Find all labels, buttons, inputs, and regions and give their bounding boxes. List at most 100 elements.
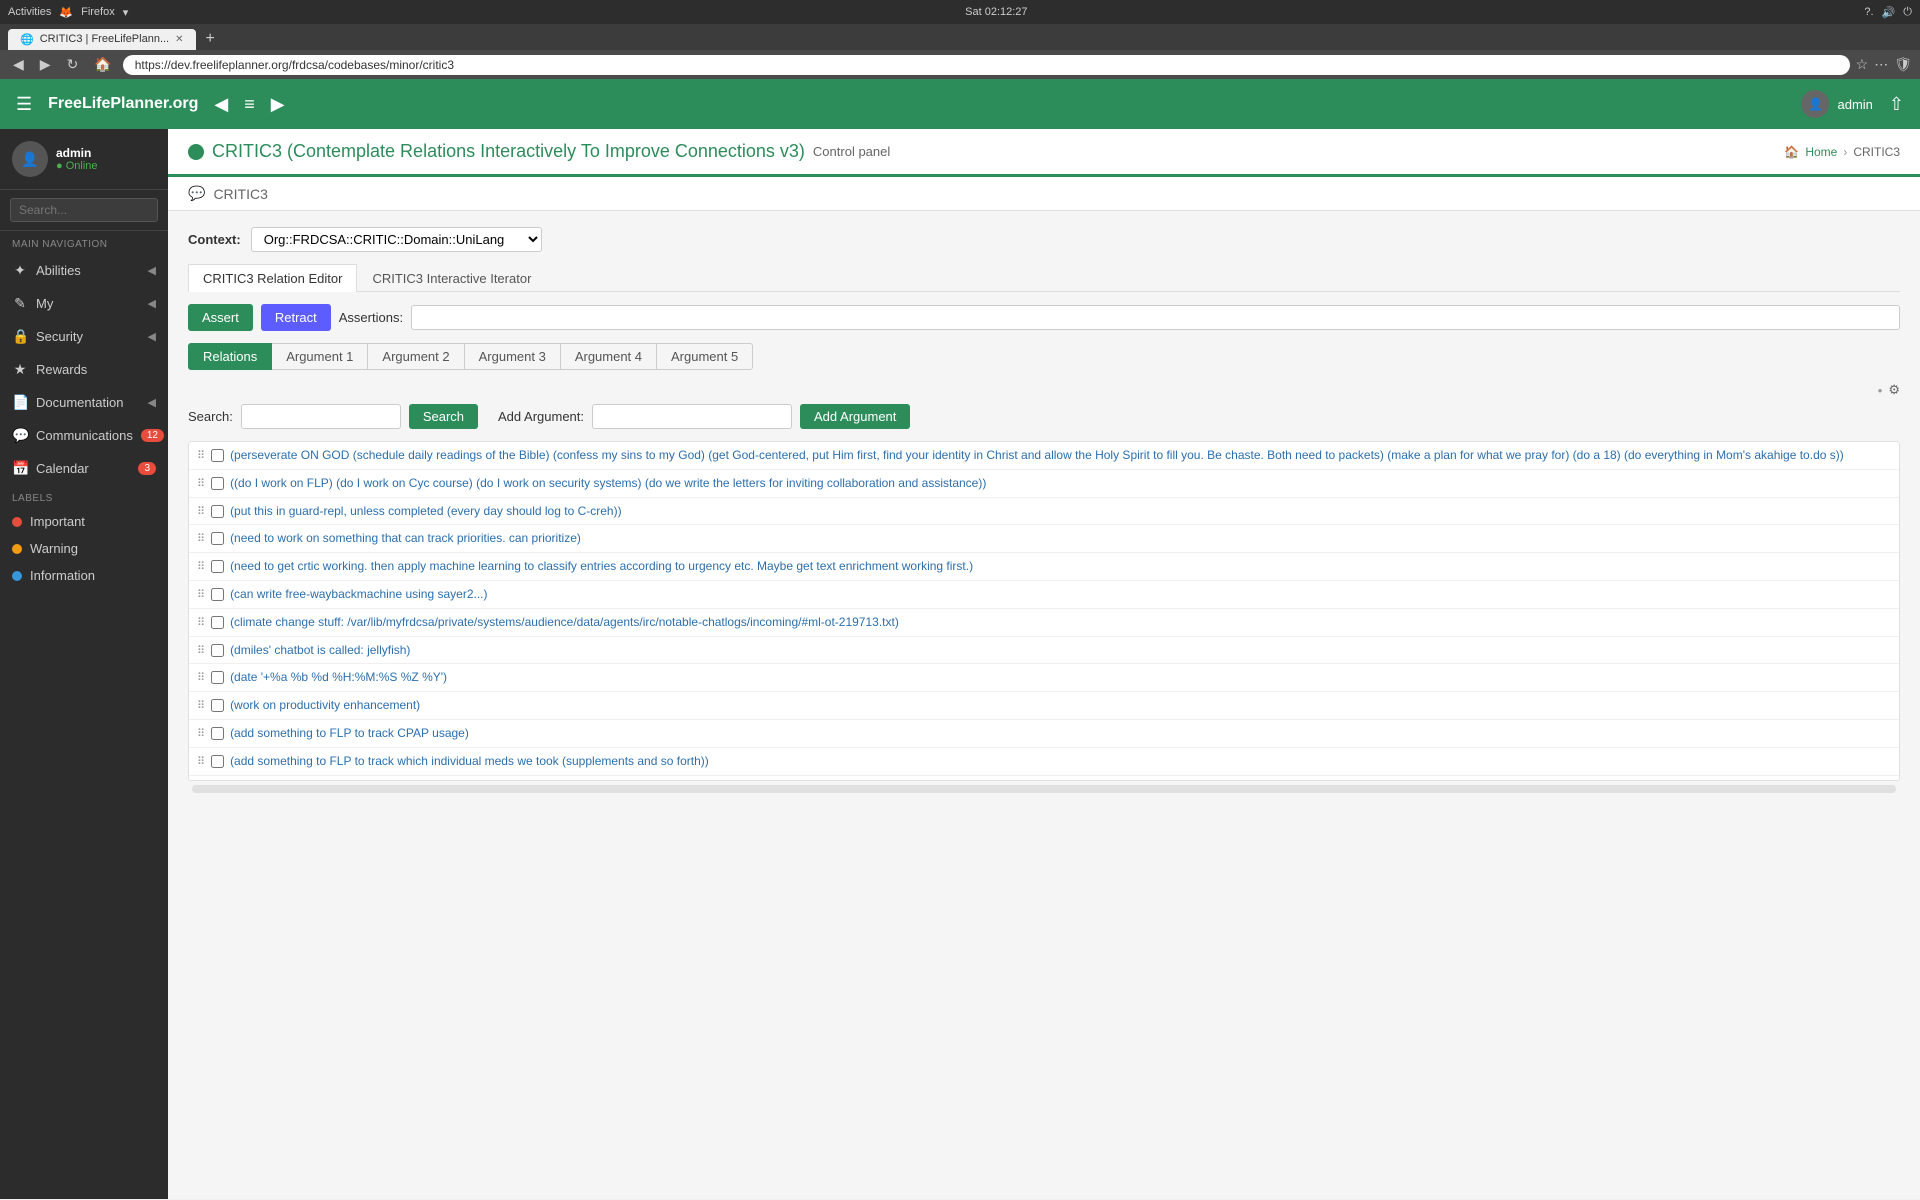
drag-handle[interactable]: ⠿ [197, 644, 205, 657]
rel-tab-arg2[interactable]: Argument 2 [367, 343, 464, 370]
home-button[interactable]: 🏠 [89, 54, 116, 75]
list-item: ⠿ (add something to FLP to track CPAP us… [189, 720, 1899, 748]
list-item: ⠿ (need to work on something that can tr… [189, 525, 1899, 553]
sidebar-item-abilities[interactable]: ✦ Abilities ◀ [0, 254, 168, 287]
firefox-label[interactable]: Firefox [81, 6, 115, 18]
control-panel-label: Control panel [813, 144, 890, 159]
calendar-badge: 3 [138, 462, 156, 475]
list-item: ⠿ (work on productivity enhancement) [189, 692, 1899, 720]
item-text[interactable]: (date '+%a %b %d %H:%M:%S %Z %Y') [230, 669, 447, 686]
power-icon[interactable]: ⏻ [1903, 6, 1912, 19]
drag-handle[interactable]: ⠿ [197, 560, 205, 573]
nav-list-icon[interactable]: ≡ [244, 94, 255, 115]
search-button[interactable]: Search [409, 404, 478, 429]
breadcrumb: 🏠 Home › CRITIC3 [1784, 145, 1900, 159]
header-username[interactable]: admin [1837, 97, 1872, 112]
search-input[interactable] [241, 404, 401, 429]
drag-handle[interactable]: ⠿ [197, 477, 205, 490]
my-arrow: ◀ [148, 297, 156, 310]
item-checkbox[interactable] [211, 532, 224, 545]
assertions-input[interactable] [411, 305, 1900, 330]
list-item: ⠿ (need to get crtic working. then apply… [189, 553, 1899, 581]
list-item: ⠿ ((do I work on FLP) (do I work on Cyc … [189, 470, 1899, 498]
assert-button[interactable]: Assert [188, 304, 253, 331]
item-text[interactable]: (climate change stuff: /var/lib/myfrdcsa… [230, 614, 899, 631]
tab-close-btn[interactable]: ✕ [175, 34, 183, 45]
add-argument-button[interactable]: Add Argument [800, 404, 910, 429]
sidebar-search-input[interactable] [10, 198, 158, 222]
firefox-dropdown[interactable]: ▾ [123, 6, 129, 19]
drag-handle[interactable]: ⠿ [197, 671, 205, 684]
label-information[interactable]: Information [0, 562, 168, 589]
item-text[interactable]: (work on productivity enhancement) [230, 697, 420, 714]
sidebar-item-calendar[interactable]: 📅 Calendar 3 [0, 452, 168, 485]
sidebar-item-documentation[interactable]: 📄 Documentation ◀ [0, 386, 168, 419]
tab-interactive-iterator[interactable]: CRITIC3 Interactive Iterator [357, 264, 546, 292]
reload-button[interactable]: ↻ [62, 54, 84, 75]
browser-tab-active[interactable]: 🌐 CRITIC3 | FreeLifePlann... ✕ [8, 29, 196, 50]
item-checkbox[interactable] [211, 560, 224, 573]
sidebar-item-my[interactable]: ✎ My ◀ [0, 287, 168, 320]
item-checkbox[interactable] [211, 449, 224, 462]
content-area: CRITIC3 (Contemplate Relations Interacti… [168, 129, 1920, 1199]
item-checkbox[interactable] [211, 671, 224, 684]
item-text[interactable]: (need to work on something that can trac… [230, 530, 581, 547]
retract-button[interactable]: Retract [261, 304, 331, 331]
add-argument-input[interactable] [592, 404, 792, 429]
header-avatar: 👤 [1801, 90, 1829, 118]
share-icon[interactable]: ⇧ [1889, 94, 1904, 115]
drag-handle[interactable]: ⠿ [197, 505, 205, 518]
bookmark-star-icon[interactable]: ☆ [1856, 56, 1869, 73]
drag-handle[interactable]: ⠿ [197, 532, 205, 545]
drag-handle[interactable]: ⠿ [197, 755, 205, 768]
rel-tab-arg1[interactable]: Argument 1 [271, 343, 368, 370]
item-checkbox[interactable] [211, 616, 224, 629]
speaker-icon[interactable]: 🔊 [1882, 6, 1896, 19]
drag-handle[interactable]: ⠿ [197, 727, 205, 740]
item-checkbox[interactable] [211, 588, 224, 601]
item-text[interactable]: (perseverate ON GOD (schedule daily read… [230, 447, 1844, 464]
new-tab-button[interactable]: + [200, 28, 221, 50]
item-text[interactable]: (put this in guard-repl, unless complete… [230, 503, 622, 520]
item-checkbox[interactable] [211, 644, 224, 657]
drag-handle[interactable]: ⠿ [197, 616, 205, 629]
back-button[interactable]: ◀ [8, 54, 29, 75]
context-select[interactable]: Org::FRDCSA::CRITIC::Domain::UniLang [251, 227, 542, 252]
label-warning[interactable]: Warning [0, 535, 168, 562]
item-text[interactable]: (can write free-waybackmachine using say… [230, 586, 487, 603]
nav-back-icon[interactable]: ◀ [214, 94, 228, 115]
nav-forward-icon[interactable]: ▶ [271, 94, 285, 115]
rel-tab-arg3[interactable]: Argument 3 [464, 343, 561, 370]
item-text[interactable]: (need to get crtic working. then apply m… [230, 558, 973, 575]
hamburger-icon[interactable]: ☰ [16, 94, 32, 115]
rel-tab-arg4[interactable]: Argument 4 [560, 343, 657, 370]
url-bar[interactable] [123, 55, 1850, 75]
drag-handle[interactable]: ⠿ [197, 449, 205, 462]
item-checkbox[interactable] [211, 699, 224, 712]
sidebar-item-security[interactable]: 🔒 Security ◀ [0, 320, 168, 353]
drag-handle[interactable]: ⠿ [197, 699, 205, 712]
sidebar-avatar: 👤 [12, 141, 48, 177]
address-bar-row: ◀ ▶ ↻ 🏠 ☆ ⋯ 🛡 [0, 50, 1920, 79]
os-bar-right: ?. 🔊 ⏻ [1864, 6, 1912, 19]
gear-icon[interactable]: ⚙ [1888, 382, 1900, 398]
item-text[interactable]: (dmiles' chatbot is called: jellyfish) [230, 642, 410, 659]
drag-handle[interactable]: ⠿ [197, 588, 205, 601]
rel-tab-arg5[interactable]: Argument 5 [656, 343, 753, 370]
item-checkbox[interactable] [211, 505, 224, 518]
forward-button[interactable]: ▶ [35, 54, 56, 75]
sidebar-item-communications[interactable]: 💬 Communications 12 [0, 419, 168, 452]
sidebar-item-rewards[interactable]: ★ Rewards [0, 353, 168, 386]
item-text[interactable]: ((do I work on FLP) (do I work on Cyc co… [230, 475, 986, 492]
label-important[interactable]: Important [0, 508, 168, 535]
item-text[interactable]: (add something to FLP to track CPAP usag… [230, 725, 469, 742]
breadcrumb-home-link[interactable]: Home [1805, 145, 1837, 159]
activities-label[interactable]: Activities [8, 6, 51, 18]
item-text[interactable]: (add something to FLP to track which ind… [230, 753, 709, 770]
item-checkbox[interactable] [211, 477, 224, 490]
item-checkbox[interactable] [211, 727, 224, 740]
item-checkbox[interactable] [211, 755, 224, 768]
rel-tab-relations[interactable]: Relations [188, 343, 272, 370]
menu-dots-icon[interactable]: ⋯ [1874, 56, 1888, 73]
tab-relation-editor[interactable]: CRITIC3 Relation Editor [188, 264, 357, 292]
